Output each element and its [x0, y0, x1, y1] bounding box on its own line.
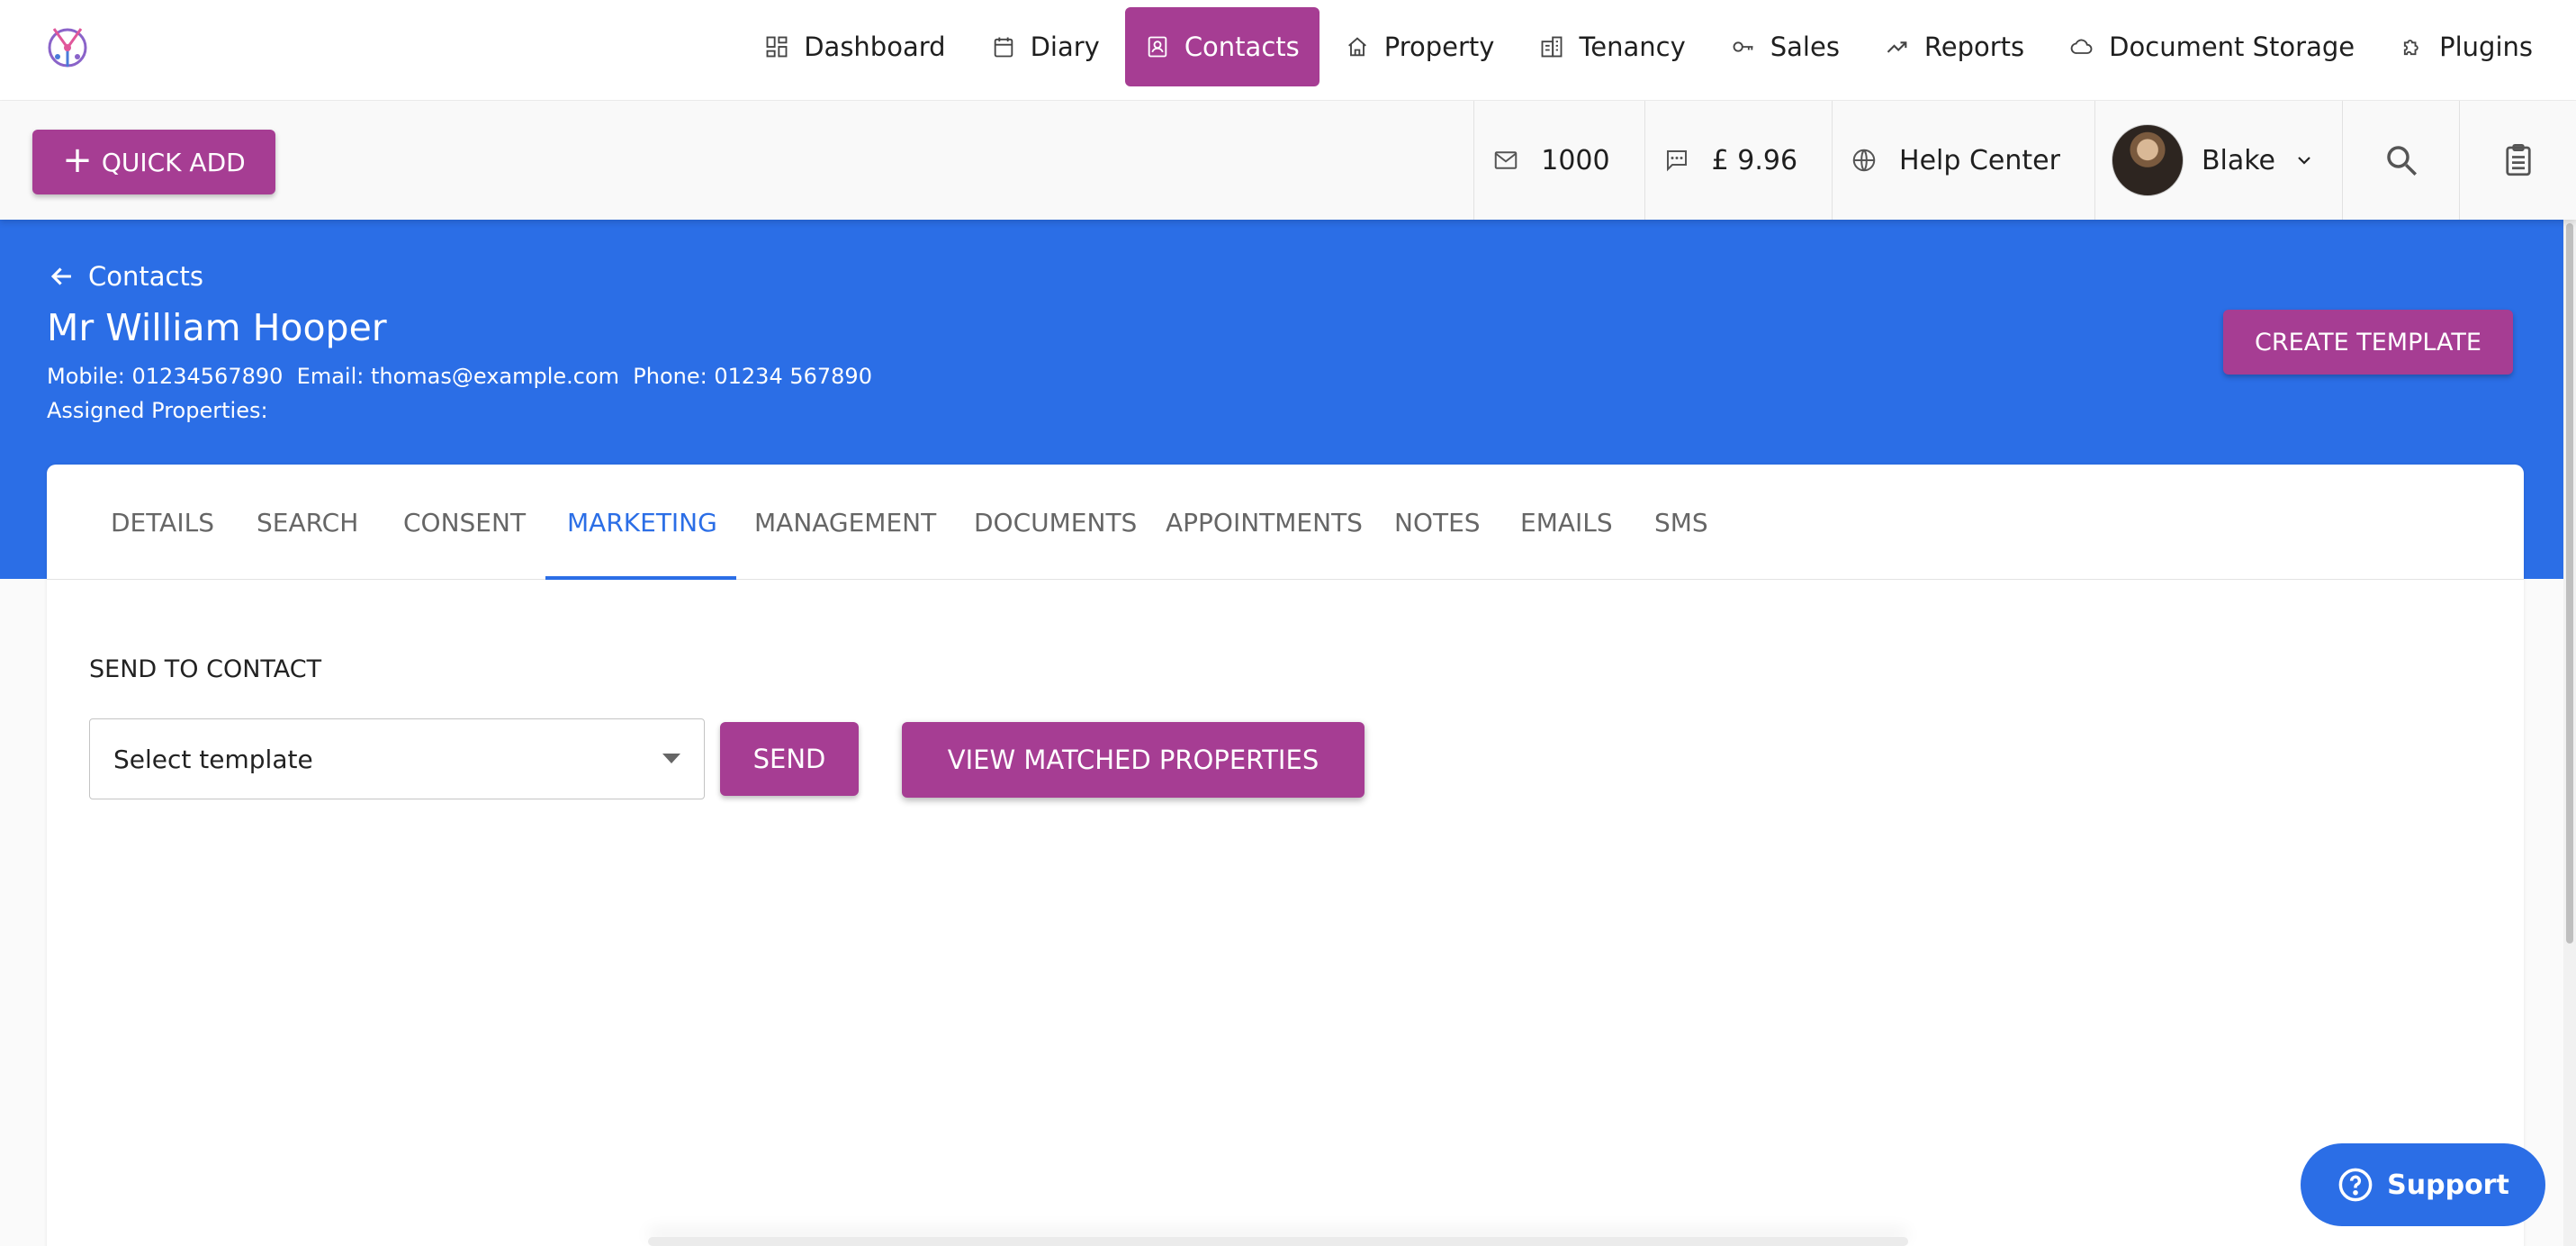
view-matched-properties-button[interactable]: VIEW MATCHED PROPERTIES: [902, 722, 1365, 798]
quick-add-label: QUICK ADD: [101, 147, 246, 177]
nav-item-document-storage[interactable]: Document Storage: [2049, 7, 2374, 86]
tab-bar: DETAILS SEARCH CONSENT MARKETING MANAGEM…: [47, 465, 2524, 580]
nav-item-label: Diary: [1030, 32, 1100, 62]
dashboard-icon: [766, 36, 788, 58]
mail-icon: [1495, 151, 1518, 169]
nav-item-diary[interactable]: Diary: [971, 7, 1120, 86]
tab-emails[interactable]: EMAILS: [1520, 465, 1613, 580]
help-center-label: Help Center: [1899, 144, 2060, 176]
assigned-properties: Assigned Properties:: [47, 398, 268, 423]
help-center-link[interactable]: Help Center: [1832, 101, 2094, 220]
contact-details: Mobile: 01234567890 Email: thomas@exampl…: [47, 364, 872, 389]
tab-details[interactable]: DETAILS: [111, 465, 214, 580]
template-select[interactable]: Select template: [89, 718, 705, 799]
nav-item-label: Contacts: [1184, 32, 1300, 62]
arrow-left-icon: [50, 267, 71, 285]
tab-search[interactable]: SEARCH: [257, 465, 358, 580]
content-card: DETAILS SEARCH CONSENT MARKETING MANAGEM…: [47, 465, 2524, 1246]
caret-down-icon: [662, 754, 680, 763]
nav-item-reports[interactable]: Reports: [1865, 7, 2044, 86]
active-tab-indicator: [545, 576, 736, 580]
help-circle-icon: [2338, 1168, 2373, 1202]
top-nav: Dashboard Diary Contacts Property Tenanc…: [0, 0, 2576, 101]
tab-appointments[interactable]: APPOINTMENTS: [1166, 465, 1363, 580]
building-icon: [1542, 36, 1563, 58]
nav-item-label: Document Storage: [2109, 32, 2355, 62]
nav-item-dashboard[interactable]: Dashboard: [744, 7, 965, 86]
tab-sms[interactable]: SMS: [1654, 465, 1708, 580]
bottom-panel-edge: [648, 1237, 1908, 1246]
calendar-icon: [994, 37, 1013, 58]
tab-marketing[interactable]: MARKETING: [567, 465, 717, 580]
send-button[interactable]: SEND: [720, 722, 859, 796]
clipboard-button[interactable]: [2459, 101, 2576, 220]
key-icon: [1733, 41, 1753, 52]
scrollbar-thumb[interactable]: [2566, 223, 2573, 944]
nav-item-label: Plugins: [2439, 32, 2533, 62]
avatar: [2111, 124, 2184, 196]
support-button[interactable]: Support: [2301, 1143, 2545, 1226]
tab-documents[interactable]: DOCUMENTS: [974, 465, 1137, 580]
chevron-down-icon: [2298, 157, 2310, 165]
nav-item-label: Reports: [1923, 32, 2025, 62]
nav-item-label: Property: [1383, 32, 1495, 62]
nav-item-label: Sales: [1770, 32, 1840, 62]
user-menu[interactable]: Blake: [2094, 101, 2342, 220]
create-template-button[interactable]: CREATE TEMPLATE: [2223, 310, 2513, 375]
quick-add-button[interactable]: + QUICK ADD: [32, 130, 275, 194]
nav-item-contacts[interactable]: Contacts: [1124, 7, 1320, 86]
nav-item-plugins[interactable]: Plugins: [2380, 7, 2553, 86]
tab-management[interactable]: MANAGEMENT: [754, 465, 936, 580]
nav-item-label: Tenancy: [1579, 32, 1686, 62]
message-icon: [1666, 150, 1687, 172]
send-to-contact-heading: SEND TO CONTACT: [89, 655, 322, 683]
search-button[interactable]: [2342, 101, 2459, 220]
plus-icon: +: [62, 140, 93, 181]
clipboard-icon: [2505, 143, 2531, 176]
puzzle-icon: [2404, 40, 2418, 56]
back-link-label: Contacts: [88, 261, 203, 292]
sms-balance-value: £ 9.96: [1711, 144, 1798, 176]
template-select-value: Select template: [113, 744, 313, 774]
toolbar: + QUICK ADD 1000 £ 9.96 Help Center Blak…: [0, 101, 2576, 220]
cloud-icon: [2070, 39, 2093, 54]
search-icon: [2386, 146, 2417, 176]
globe-icon: [1852, 149, 1876, 172]
home-icon: [1347, 37, 1366, 57]
nav-item-property[interactable]: Property: [1325, 7, 1515, 86]
nav-item-tenancy[interactable]: Tenancy: [1519, 7, 1705, 86]
nav-item-sales[interactable]: Sales: [1711, 7, 1860, 86]
sms-balance[interactable]: £ 9.96: [1644, 101, 1832, 220]
back-to-contacts-link[interactable]: Contacts: [47, 261, 203, 292]
tab-notes[interactable]: NOTES: [1394, 465, 1481, 580]
trending-icon: [1887, 41, 1907, 53]
email-credits[interactable]: 1000: [1473, 101, 1644, 220]
tab-consent[interactable]: CONSENT: [403, 465, 526, 580]
main-nav: Dashboard Diary Contacts Property Tenanc…: [744, 7, 2553, 86]
user-name: Blake: [2201, 144, 2275, 176]
toolbar-stats: 1000 £ 9.96 Help Center Blake: [1473, 101, 2576, 220]
nav-item-label: Dashboard: [804, 32, 946, 62]
support-label: Support: [2387, 1169, 2509, 1201]
contacts-icon: [1148, 36, 1167, 58]
email-credits-value: 1000: [1541, 144, 1610, 176]
app-logo-icon[interactable]: [41, 20, 94, 72]
page-title: Mr William Hooper: [47, 306, 387, 349]
